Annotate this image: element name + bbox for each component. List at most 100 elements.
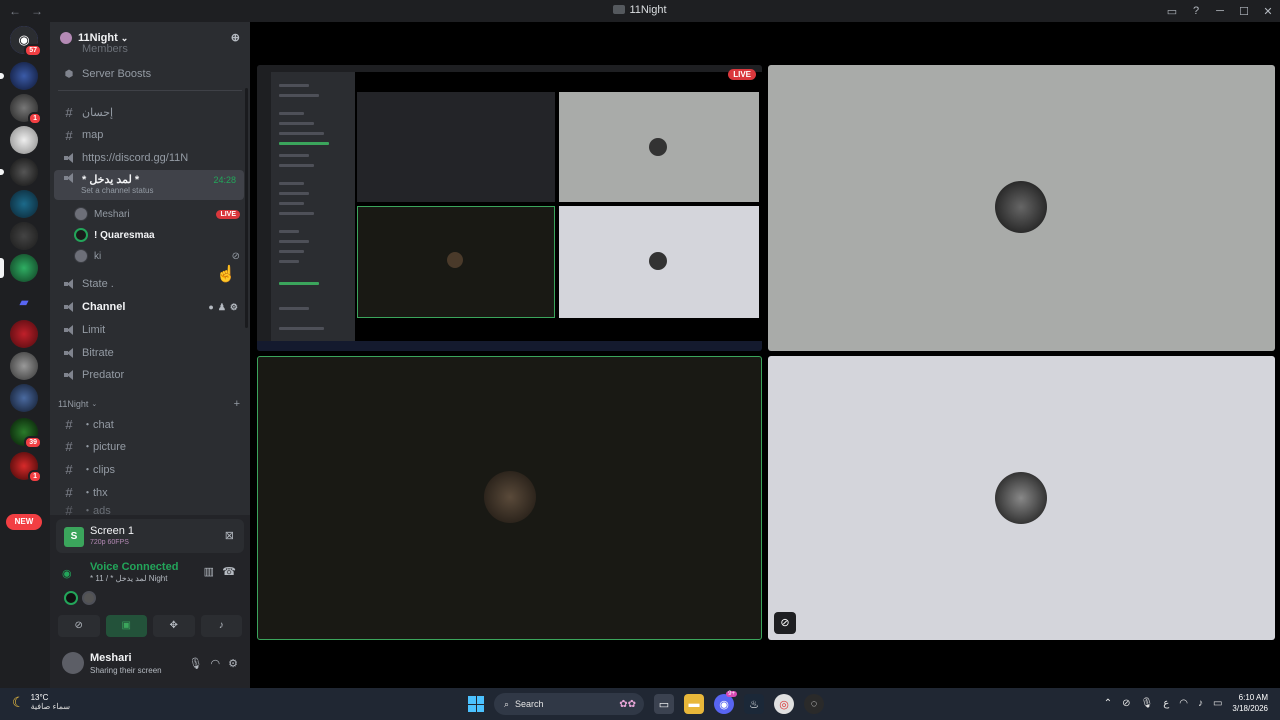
screen-share-card[interactable]: S Screen 1 720p 60FPS ⊠ bbox=[56, 519, 244, 553]
channel-chat[interactable]: # ・chat bbox=[54, 413, 244, 435]
stream-preview-sidebar bbox=[257, 72, 355, 351]
noise-suppression-icon[interactable]: ▥ bbox=[204, 565, 214, 578]
screen-share-button[interactable]: ▣ bbox=[105, 615, 147, 637]
file-explorer-icon[interactable]: ▬ bbox=[684, 694, 704, 714]
volume-icon[interactable]: ♪ bbox=[1198, 698, 1203, 709]
user-status: Sharing their screen bbox=[90, 666, 162, 675]
channel-picture[interactable]: # ・picture bbox=[54, 435, 244, 457]
wifi-icon[interactable]: ◠ bbox=[1179, 698, 1188, 709]
folder-icon[interactable]: ▰ bbox=[10, 288, 38, 316]
weather-widget[interactable]: ☾ 13°C سماء صافية bbox=[12, 693, 70, 711]
battery-icon[interactable]: ▭ bbox=[1213, 698, 1222, 709]
server-icon[interactable]: 39 bbox=[10, 418, 42, 449]
settings-icon[interactable]: ⚙ bbox=[228, 657, 238, 670]
taskbar-search[interactable]: ⌕ Search ✿✿ bbox=[494, 693, 644, 715]
minimize-button[interactable]: ─ bbox=[1208, 5, 1232, 17]
discord-taskbar-icon[interactable]: ◉ 9+ bbox=[714, 691, 737, 714]
headphones-icon[interactable]: ◠ bbox=[211, 657, 221, 670]
server-icon[interactable] bbox=[0, 254, 38, 282]
hash-icon: # bbox=[65, 438, 73, 454]
channel-channel[interactable]: Channel ● ♟ ⚙ bbox=[54, 296, 244, 318]
home-button[interactable]: ◉ 57 bbox=[10, 26, 42, 57]
language-indicator[interactable]: ع bbox=[1163, 698, 1169, 709]
channel-active-voice[interactable]: * لمد يدخل * 24:28 Set a channel status bbox=[54, 170, 244, 200]
channel-status[interactable]: Set a channel status bbox=[81, 186, 154, 195]
channel-predator[interactable]: Predator bbox=[54, 364, 244, 386]
clipped-item[interactable]: Members bbox=[54, 44, 244, 54]
close-button[interactable]: ✕ bbox=[1256, 5, 1280, 18]
clock[interactable]: 6:10 AM 3/18/2026 bbox=[1232, 692, 1268, 714]
channel-text1[interactable]: # إحسان bbox=[54, 101, 244, 123]
channel-map[interactable]: # map bbox=[54, 124, 244, 146]
hash-icon: # bbox=[65, 461, 73, 477]
disconnect-icon[interactable]: ☎ bbox=[222, 565, 236, 578]
participant-tile[interactable] bbox=[768, 65, 1275, 351]
chevron-up-icon[interactable]: ⌃ bbox=[1104, 698, 1112, 709]
search-icon: ⌕ bbox=[504, 698, 510, 709]
channel-invite[interactable]: https://discord.gg/11N bbox=[54, 147, 244, 169]
invite-icon[interactable]: ♟ bbox=[218, 302, 226, 313]
muted-icon[interactable]: ⊘ bbox=[774, 612, 796, 634]
stop-stream-icon[interactable]: ⊠ bbox=[225, 529, 234, 542]
search-highlight-icon: ✿✿ bbox=[619, 698, 636, 710]
add-channel-icon[interactable]: + bbox=[234, 398, 240, 410]
task-view-icon[interactable]: ▭ bbox=[654, 694, 674, 714]
channel-limit[interactable]: Limit bbox=[54, 319, 244, 341]
user-name[interactable]: Meshari bbox=[90, 652, 132, 664]
video-off-button[interactable]: ⊘ bbox=[58, 615, 100, 637]
speaker-icon bbox=[60, 325, 78, 335]
server-icon[interactable] bbox=[10, 320, 38, 348]
screen-title: Screen 1 bbox=[90, 525, 135, 537]
maximize-button[interactable]: ☐ bbox=[1232, 5, 1256, 18]
server-icon[interactable] bbox=[10, 126, 38, 154]
hash-icon: # bbox=[65, 416, 73, 432]
avatar[interactable] bbox=[62, 652, 84, 674]
server-icon[interactable]: 1 bbox=[10, 94, 42, 125]
help-icon[interactable]: ? bbox=[1184, 5, 1208, 17]
chat-icon[interactable]: ● bbox=[208, 302, 213, 313]
channel-bitrate[interactable]: Bitrate bbox=[54, 342, 244, 364]
scrollbar[interactable] bbox=[245, 88, 248, 328]
participant-avatar bbox=[995, 472, 1047, 524]
server-icon[interactable] bbox=[10, 384, 38, 412]
start-icon[interactable] bbox=[468, 696, 484, 712]
back-arrow-icon[interactable]: ← bbox=[8, 4, 22, 18]
microphone-icon[interactable]: 🎙 bbox=[1141, 698, 1154, 709]
participant-tile[interactable]: ⊘ bbox=[768, 356, 1275, 640]
chrome-icon[interactable]: ◎ bbox=[774, 694, 794, 714]
server-icon[interactable] bbox=[10, 222, 38, 250]
add-member-icon[interactable]: ⊕ bbox=[231, 31, 240, 44]
server-icon[interactable] bbox=[10, 352, 38, 380]
inbox-icon[interactable]: ▭ bbox=[1160, 5, 1184, 18]
settings-icon[interactable]: ⚙ bbox=[230, 302, 238, 313]
server-boosts-item[interactable]: ⬢ Server Boosts bbox=[54, 63, 244, 85]
voice-user[interactable]: ki ⊘ bbox=[74, 246, 244, 266]
server-icon[interactable] bbox=[0, 62, 38, 90]
soundboard-button[interactable]: ♪ bbox=[200, 615, 242, 637]
avatar[interactable] bbox=[64, 591, 78, 605]
system-tray: ⌃ ⊘ 🎙 ع ◠ ♪ ▭ 6:10 AM 3/18/2026 bbox=[1104, 692, 1268, 714]
voice-status[interactable]: Voice Connected bbox=[90, 561, 178, 573]
steam-icon[interactable]: ♨ bbox=[744, 694, 764, 714]
participant-tile[interactable] bbox=[257, 356, 762, 640]
avatar[interactable] bbox=[82, 591, 96, 605]
deafened-icon: ⊘ bbox=[231, 250, 240, 262]
stream-tile[interactable]: LIVE bbox=[257, 65, 762, 351]
screen-quality: 720p 60FPS bbox=[90, 539, 129, 546]
activities-button[interactable]: ✥ bbox=[153, 615, 195, 637]
voice-channel-name[interactable]: * 11 / * لمد يدخل Night bbox=[90, 574, 167, 583]
channel-clips[interactable]: # ・clips bbox=[54, 458, 244, 480]
signal-icon[interactable]: ◉ bbox=[62, 567, 72, 580]
app-icon[interactable]: ◌ bbox=[804, 694, 824, 714]
category-header[interactable]: 11Night ⌄ + bbox=[58, 397, 242, 411]
voice-user[interactable]: Meshari LIVE bbox=[74, 204, 244, 224]
server-icon[interactable] bbox=[0, 158, 38, 186]
voice-user[interactable]: ! Quaresmaa bbox=[74, 225, 244, 245]
server-icon[interactable]: 1 bbox=[10, 452, 42, 483]
server-icon[interactable] bbox=[10, 190, 38, 218]
channel-thx[interactable]: # ・thx bbox=[54, 481, 244, 503]
network-off-icon[interactable]: ⊘ bbox=[1122, 698, 1130, 709]
microphone-icon[interactable]: 🎙 bbox=[189, 657, 203, 670]
windows-taskbar: ☾ 13°C سماء صافية ⌕ Search ✿✿ ▭ ▬ ◉ 9+ ♨ ◎ … bbox=[0, 688, 1280, 720]
forward-arrow-icon[interactable]: → bbox=[30, 4, 44, 18]
